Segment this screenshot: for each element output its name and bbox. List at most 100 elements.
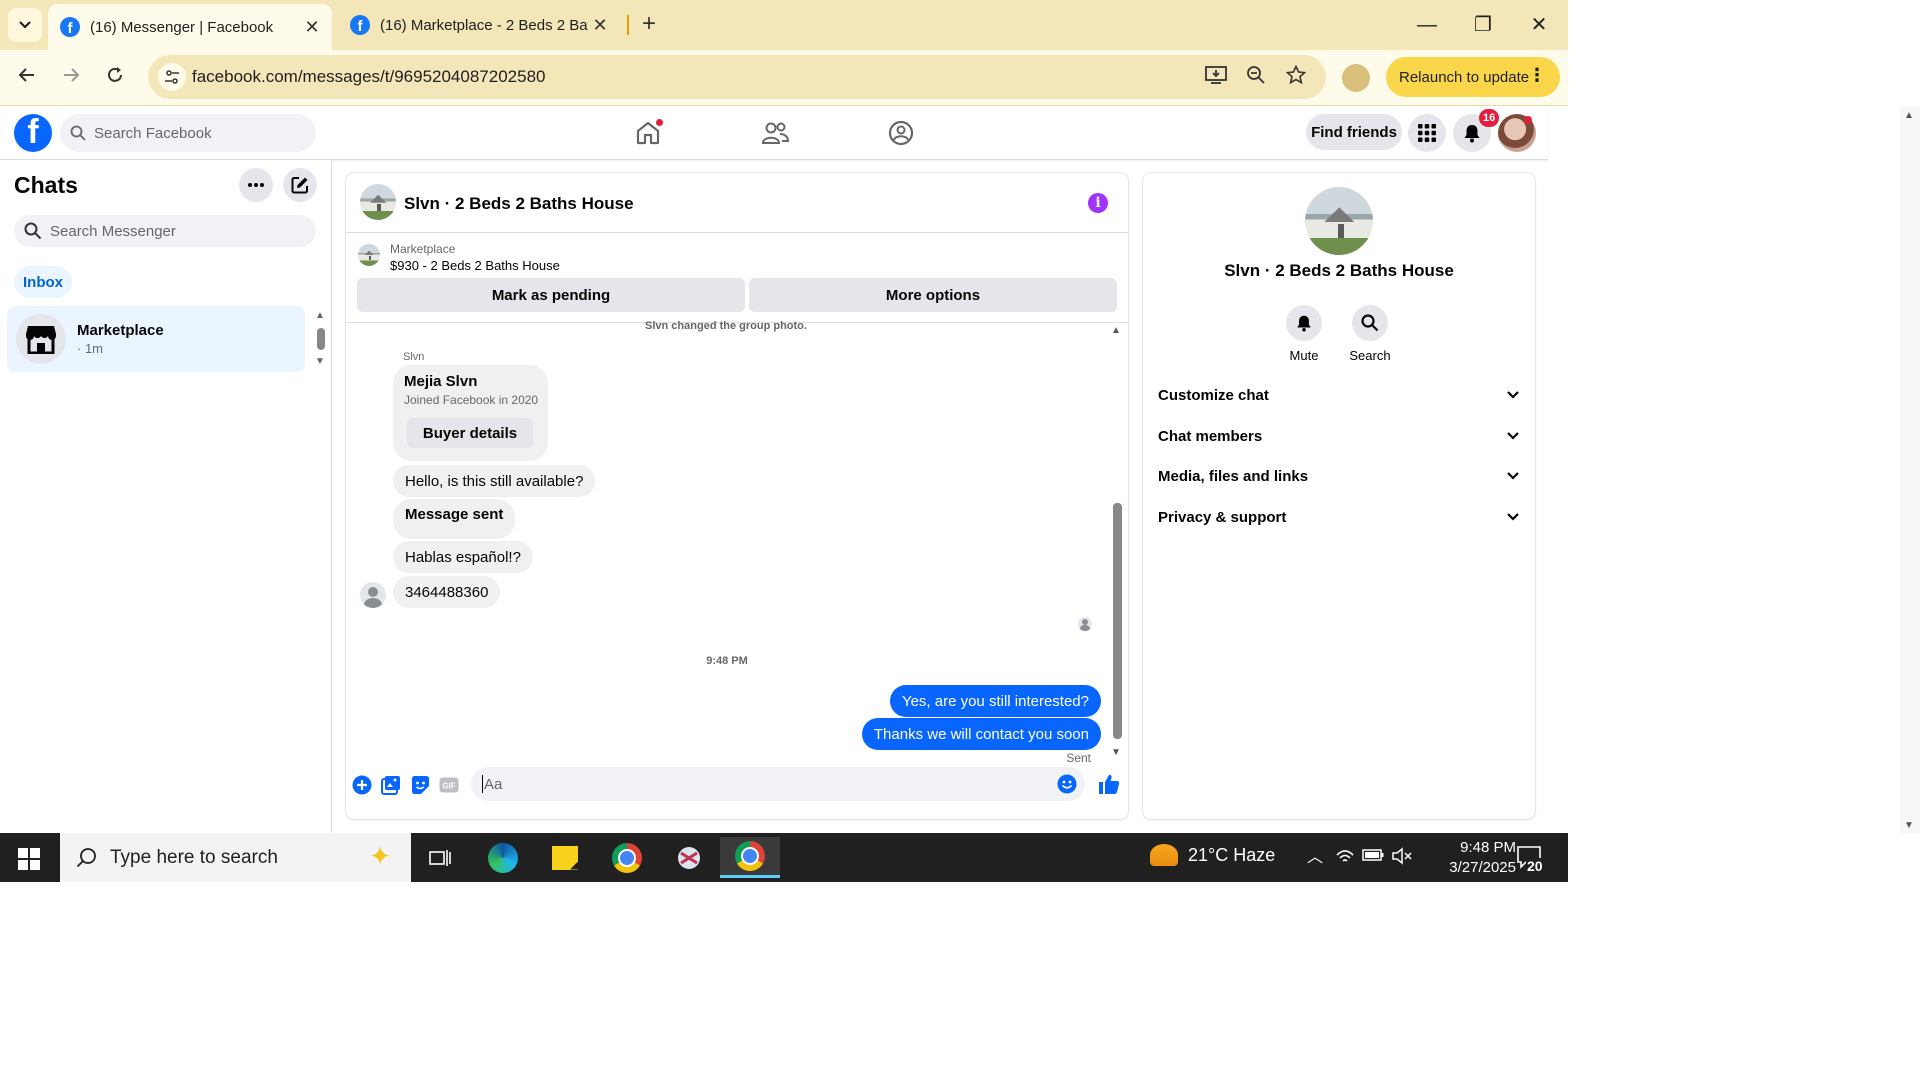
site-info-icon[interactable] (158, 63, 186, 91)
close-tab-icon[interactable]: ✕ (300, 15, 324, 39)
notification-count-badge: 16 (1479, 109, 1500, 127)
scroll-down-arrow-icon[interactable]: ▼ (315, 356, 325, 367)
chevron-down-icon (1507, 391, 1519, 399)
home-nav-button[interactable] (633, 118, 663, 148)
sender-avatar[interactable] (360, 582, 386, 608)
section-label: Chat members (1158, 427, 1263, 445)
scroll-down-arrow-icon[interactable]: ▼ (1904, 820, 1914, 831)
chat-options-button[interactable] (239, 168, 273, 202)
emoji-button[interactable] (1057, 774, 1077, 798)
listing-title[interactable]: $930 - 2 Beds 2 Baths House (390, 258, 560, 273)
inbox-tab[interactable]: Inbox (14, 266, 72, 298)
groups-nav-button[interactable] (886, 118, 916, 148)
weather-widget[interactable]: 21°C Haze (1150, 844, 1275, 866)
gif-button[interactable]: GIF (439, 775, 459, 795)
customize-chat-section[interactable]: Customize chat (1158, 375, 1520, 415)
marketplace-listing-bar: Marketplace $930 - 2 Beds 2 Baths House … (346, 233, 1128, 323)
new-message-button[interactable] (283, 168, 317, 202)
more-actions-button[interactable] (352, 775, 372, 795)
system-clock[interactable]: 9:48 PM 3/27/2025 (1412, 838, 1516, 878)
friends-nav-button[interactable] (760, 118, 790, 148)
listing-thumbnail[interactable] (358, 244, 380, 266)
messenger-search-input[interactable]: Search Messenger (14, 215, 316, 247)
conversation-title[interactable]: Slvn · 2 Beds 2 Baths House (404, 194, 634, 214)
page-scrollbar[interactable]: ▲ ▼ (1900, 106, 1920, 833)
scroll-up-arrow-icon[interactable]: ▲ (1904, 110, 1914, 121)
scrollbar-thumb[interactable] (317, 328, 325, 350)
scroll-up-arrow-icon[interactable]: ▲ (315, 310, 325, 321)
chevron-down-icon (1507, 432, 1519, 440)
search-label: Search (1349, 348, 1391, 363)
edge-app-button[interactable] (473, 837, 533, 878)
relaunch-label: Relaunch to update (1399, 68, 1530, 86)
sticky-notes-app-button[interactable] (535, 837, 595, 878)
chrome-profile-app-button[interactable] (720, 837, 780, 878)
reload-button[interactable] (100, 63, 130, 93)
bell-icon (1297, 315, 1311, 332)
address-bar[interactable]: facebook.com/messages/t/9695204087202580 (148, 55, 1326, 99)
friends-icon (761, 122, 789, 144)
mute-button[interactable] (1286, 305, 1322, 341)
search-icon (24, 222, 42, 240)
search-in-conversation-button[interactable] (1352, 305, 1388, 341)
new-tab-button[interactable]: + (636, 12, 662, 38)
install-app-icon[interactable] (1204, 65, 1228, 89)
tab-marketplace[interactable]: f (16) Marketplace - 2 Beds 2 Bat ✕ (340, 0, 620, 50)
message-scrollbar[interactable]: ▲ ▼ (1110, 323, 1124, 765)
sticker-button[interactable] (410, 775, 430, 795)
scroll-up-arrow-icon[interactable]: ▲ (1111, 325, 1121, 336)
buyer-details-button[interactable]: Buyer details (407, 418, 533, 448)
message-input[interactable]: Aa (471, 767, 1085, 801)
privacy-support-section[interactable]: Privacy & support (1158, 497, 1520, 537)
windows-start-icon[interactable] (18, 848, 40, 870)
bookmark-star-icon[interactable] (1284, 64, 1308, 89)
volume-muted-icon[interactable] (1391, 847, 1413, 869)
tab-messenger[interactable]: f (16) Messenger | Facebook ✕ (48, 4, 332, 50)
facebook-search-input[interactable]: Search Facebook (60, 114, 316, 152)
close-window-button[interactable]: ✕ (1524, 10, 1554, 40)
group-photo-large[interactable] (1305, 187, 1373, 255)
snipping-tool-app-button[interactable] (659, 837, 719, 878)
taskbar-search-input[interactable]: Type here to search ✦ (60, 833, 411, 882)
section-label: Media, files and links (1158, 467, 1309, 485)
mark-as-pending-button[interactable]: Mark as pending (357, 278, 745, 312)
facebook-search-placeholder: Search Facebook (94, 124, 212, 142)
scroll-down-arrow-icon[interactable]: ▼ (1111, 747, 1121, 758)
menu-button[interactable] (1408, 114, 1446, 152)
task-view-button[interactable] (410, 837, 470, 878)
chat-list-item[interactable]: Marketplace · 1m (7, 306, 305, 372)
mute-action[interactable]: Mute (1274, 305, 1334, 363)
search-action[interactable]: Search (1340, 305, 1400, 363)
send-like-button[interactable] (1097, 772, 1121, 796)
close-tab-icon[interactable]: ✕ (588, 13, 612, 37)
forward-button[interactable] (56, 63, 86, 93)
relaunch-to-update-button[interactable]: Relaunch to update ⋮ (1386, 57, 1560, 97)
incoming-message: Message sent (393, 499, 516, 539)
chat-members-section[interactable]: Chat members (1158, 416, 1520, 456)
grid-menu-icon (1418, 124, 1436, 142)
weather-text: 21°C Haze (1188, 844, 1276, 865)
facebook-logo-icon[interactable]: f (14, 114, 52, 152)
scrollbar-thumb[interactable] (1113, 503, 1122, 739)
buyer-info-card: Mejia Slvn Joined Facebook in 2020 Buyer… (393, 365, 548, 461)
back-button[interactable] (12, 63, 42, 93)
zoom-icon[interactable] (1244, 65, 1268, 89)
media-files-links-section[interactable]: Media, files and links (1158, 456, 1520, 496)
more-options-button[interactable]: More options (749, 278, 1117, 312)
group-photo[interactable] (360, 184, 396, 220)
conversation-info-icon[interactable]: i (1088, 193, 1108, 213)
find-friends-button[interactable]: Find friends (1306, 114, 1402, 150)
attach-photo-button[interactable] (381, 775, 401, 795)
chat-name: Marketplace (77, 322, 164, 339)
wifi-icon[interactable] (1334, 847, 1356, 869)
chevron-down-icon (19, 21, 31, 29)
search-icon (76, 847, 96, 867)
chrome-app-button[interactable] (597, 837, 657, 878)
profile-avatar-icon[interactable] (1342, 64, 1370, 92)
chat-list-scrollbar[interactable]: ▲ ▼ (314, 310, 328, 370)
restore-button[interactable]: ❐ (1468, 10, 1498, 40)
tab-search-button[interactable] (8, 8, 42, 42)
minimize-button[interactable]: — (1412, 10, 1442, 40)
battery-icon[interactable] (1362, 847, 1384, 869)
show-hidden-icons-chevron-icon[interactable]: ︿ (1304, 847, 1326, 869)
